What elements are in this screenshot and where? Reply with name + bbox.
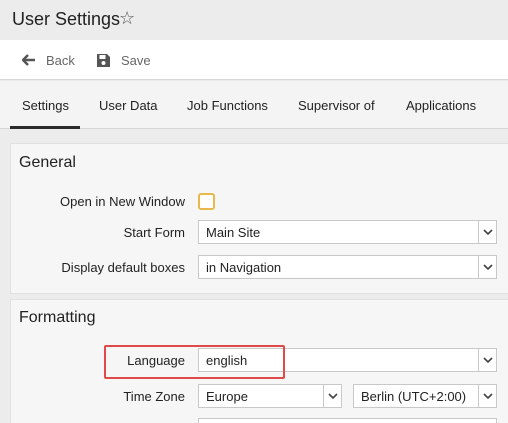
toolbar: Back Save xyxy=(0,40,508,80)
title-bar: User Settings ☆ xyxy=(0,0,508,40)
back-button[interactable]: Back xyxy=(22,40,75,80)
tab-applications[interactable]: Applications xyxy=(406,81,476,129)
formatting-section: Formatting Language english Time Zone Eu… xyxy=(10,299,508,423)
chevron-down-icon xyxy=(478,349,496,371)
section-title-formatting: Formatting xyxy=(19,309,96,326)
start-form-value: Main Site xyxy=(206,225,261,240)
tab-supervisor-of[interactable]: Supervisor of xyxy=(298,81,375,129)
open-new-window-checkbox[interactable] xyxy=(198,193,215,210)
time-zone-region-select[interactable]: Europe xyxy=(198,384,342,408)
start-form-label: Start Form xyxy=(123,225,185,240)
chevron-down-icon xyxy=(323,385,341,407)
tab-settings[interactable]: Settings xyxy=(10,81,80,129)
start-form-select[interactable]: Main Site xyxy=(198,220,497,244)
display-default-boxes-select[interactable]: in Navigation xyxy=(198,255,497,279)
back-button-label: Back xyxy=(46,52,75,68)
language-value: english xyxy=(206,353,248,368)
arrow-left-icon xyxy=(22,54,35,66)
language-label: Language xyxy=(127,353,185,368)
chevron-down-icon xyxy=(478,221,496,243)
save-button-label: Save xyxy=(121,52,151,68)
display-default-boxes-label: Display default boxes xyxy=(61,260,185,275)
time-zone-region-value: Europe xyxy=(206,389,248,404)
star-icon[interactable]: ☆ xyxy=(119,8,135,29)
tab-user-data[interactable]: User Data xyxy=(99,81,158,129)
section-title-general: General xyxy=(19,154,76,171)
time-zone-city-select[interactable]: Berlin (UTC+2:00) xyxy=(353,384,497,408)
general-section: General Open in New Window Start Form Ma… xyxy=(10,143,508,294)
tab-job-functions[interactable]: Job Functions xyxy=(187,81,268,129)
page-title: User Settings xyxy=(12,9,121,29)
save-button[interactable]: Save xyxy=(96,40,151,80)
floppy-disk-icon xyxy=(97,53,110,67)
open-new-window-label: Open in New Window xyxy=(60,194,185,209)
time-zone-label: Time Zone xyxy=(123,389,185,404)
language-select[interactable]: english xyxy=(198,348,497,372)
chevron-down-icon xyxy=(478,256,496,278)
time-zone-city-value: Berlin (UTC+2:00) xyxy=(361,389,467,404)
display-default-boxes-value: in Navigation xyxy=(206,260,282,275)
tab-bar: Settings User Data Job Functions Supervi… xyxy=(0,81,508,129)
chevron-down-icon xyxy=(478,385,496,407)
next-select-partial[interactable] xyxy=(198,418,497,423)
